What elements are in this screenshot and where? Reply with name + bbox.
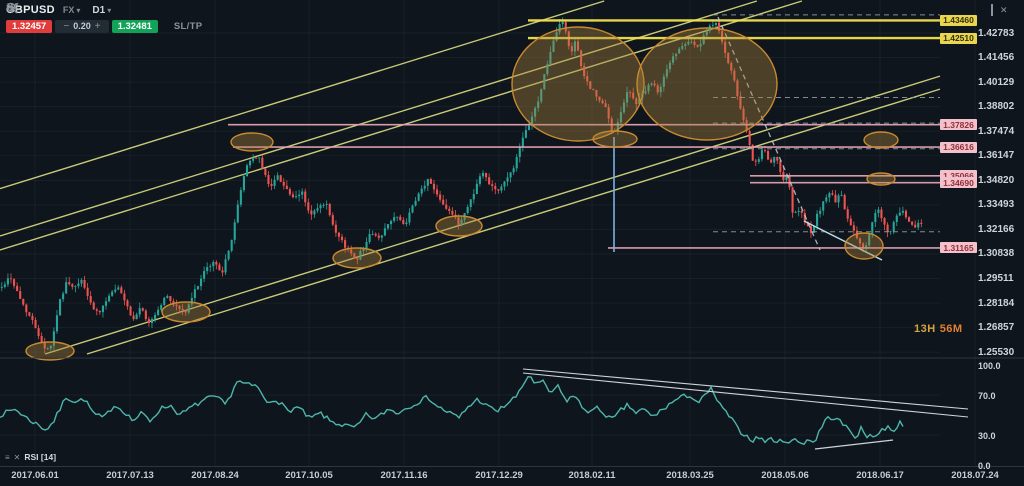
window-controls: ✕	[984, 4, 1008, 16]
date-label: 2017.08.24	[191, 470, 239, 481]
close-icon[interactable]: ✕	[14, 453, 21, 462]
indicator-name[interactable]: RSI [14]	[24, 452, 56, 462]
market-label[interactable]: FX	[63, 5, 75, 15]
date-label: 2018.03.25	[666, 470, 714, 481]
spread-value: 0.20	[73, 21, 91, 31]
sell-price-button[interactable]: 1.32457	[6, 19, 53, 33]
price-alert-badge[interactable]: 1.31165	[940, 242, 977, 254]
chart-toolbar: GBPUSD FX ▾ D1 ▾ 1.32457 − 0.20 + 1.3248…	[6, 2, 322, 34]
price-tick-label: 1.42783	[978, 27, 1015, 39]
price-alert-badge[interactable]: 1.42510	[940, 32, 977, 44]
date-label: 2017.06.01	[11, 470, 59, 481]
chart-canvas[interactable]	[0, 0, 1024, 486]
spread-plus-button[interactable]: +	[91, 21, 105, 32]
chart-line-icon[interactable]	[6, 2, 231, 33]
rsi-scale-label: 30.0	[978, 430, 996, 441]
price-tick-label: 1.26857	[978, 322, 1015, 334]
date-label: 2017.10.05	[285, 470, 333, 481]
date-label: 2018.07.24	[951, 470, 999, 481]
price-alert-badge[interactable]: 1.43460	[940, 14, 977, 26]
timeframe-label[interactable]: D1	[92, 5, 105, 16]
price-alert-badge[interactable]: 1.36616	[940, 141, 977, 153]
price-tick-label: 1.33493	[978, 199, 1015, 211]
price-tick-label: 1.40129	[978, 76, 1015, 88]
price-tick-label: 1.25530	[978, 346, 1015, 358]
rsi-indicator-tag: ≡ ✕ RSI [14]	[5, 452, 56, 462]
sltp-button[interactable]: SL/TP	[174, 21, 202, 32]
spread-stepper: − 0.20 +	[55, 19, 109, 33]
chevron-down-icon[interactable]: ▾	[76, 6, 80, 15]
rsi-scale-label: 100.0	[978, 360, 1001, 371]
price-tick-label: 1.34820	[978, 174, 1015, 186]
close-icon[interactable]: ✕	[1000, 5, 1008, 15]
restore-window-icon[interactable]	[991, 4, 993, 16]
date-label: 2017.11.16	[380, 470, 428, 481]
zoom-in-icon[interactable]	[6, 2, 297, 33]
spread-minus-button[interactable]: −	[59, 21, 73, 32]
price-alert-badge[interactable]: 1.37826	[940, 119, 977, 131]
rsi-scale-label: 0.0	[978, 460, 991, 471]
date-label: 2018.02.11	[568, 470, 616, 481]
rsi-scale-label: 70.0	[978, 390, 996, 401]
zoom-out-icon[interactable]	[6, 2, 275, 33]
chevron-down-icon[interactable]: ▾	[107, 6, 111, 15]
menu-icon[interactable]: ≡	[5, 453, 10, 462]
crosshair-move-icon[interactable]	[7, 3, 319, 33]
price-tick-label: 1.30838	[978, 248, 1015, 260]
date-label: 2017.12.29	[475, 470, 523, 481]
indicator-sliders-icon[interactable]	[6, 3, 253, 33]
price-tick-label: 1.37474	[978, 125, 1015, 137]
candle-countdown: 13H 56M	[914, 323, 963, 335]
trading-chart-window: GBPUSD FX ▾ D1 ▾ 1.32457 − 0.20 + 1.3248…	[0, 0, 1024, 486]
date-label: 2017.07.13	[106, 470, 154, 481]
price-tick-label: 1.38802	[978, 101, 1015, 113]
buy-price-button[interactable]: 1.32481	[111, 19, 158, 33]
date-label: 2018.06.17	[856, 470, 904, 481]
price-tick-label: 1.36147	[978, 150, 1015, 162]
price-tick-label: 1.28184	[978, 297, 1015, 309]
date-label: 2018.05.06	[761, 470, 809, 481]
price-tick-label: 1.41456	[978, 52, 1015, 64]
price-alert-badge[interactable]: 1.34690	[940, 177, 977, 189]
price-tick-label: 1.32166	[978, 223, 1015, 235]
price-tick-label: 1.29511	[978, 273, 1014, 285]
